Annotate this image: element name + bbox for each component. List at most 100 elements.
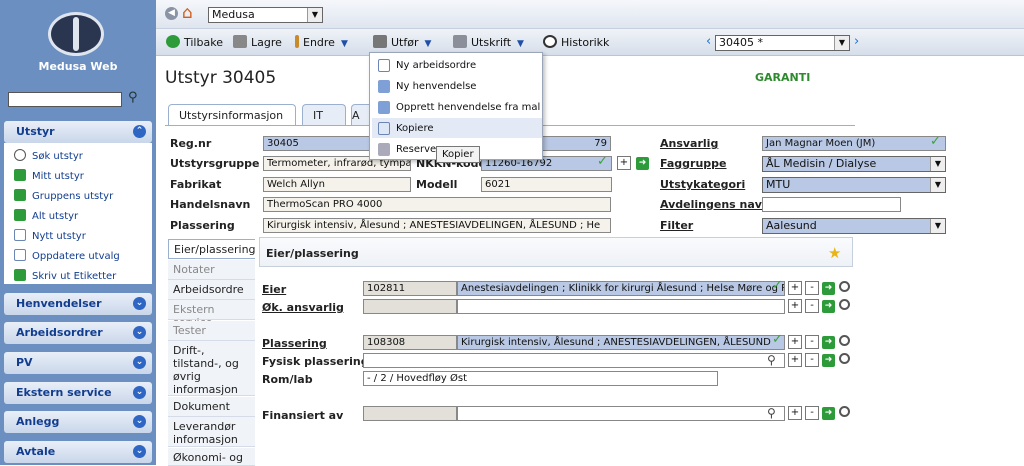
record-select[interactable]: 30405 * ▼: [715, 35, 850, 51]
vtab-okonomi[interactable]: Økonomi- og: [168, 448, 255, 466]
sidebar-item-sok-utstyr[interactable]: Søk utstyr: [14, 149, 83, 165]
expand-icon[interactable]: ⌄: [133, 445, 146, 458]
sidebar-item-gruppens-utstyr[interactable]: Gruppens utstyr: [14, 189, 113, 205]
vtab-tester[interactable]: Tester: [168, 321, 255, 341]
module-select[interactable]: Medusa ▼: [208, 7, 323, 23]
vtab-ekstern-service[interactable]: Ekstern service: [168, 300, 255, 329]
vtab-notater[interactable]: Notater: [168, 260, 255, 280]
search-icon[interactable]: ⚲: [128, 90, 146, 108]
fysisk-plassering-field[interactable]: [363, 353, 785, 368]
utstykategori-select[interactable]: MTU ▼: [762, 177, 946, 193]
chevron-down-icon[interactable]: ▼: [930, 219, 945, 233]
add-button[interactable]: +: [788, 406, 802, 420]
finansiert-text-field[interactable]: [457, 406, 785, 421]
avdelingens-navn-field[interactable]: [762, 197, 901, 212]
chevron-down-icon[interactable]: ▼: [930, 157, 945, 171]
sidebar-search-input[interactable]: [8, 92, 122, 107]
collapse-icon[interactable]: ⌃: [133, 125, 146, 138]
star-icon[interactable]: ★: [828, 244, 841, 262]
vtab-arbeidsordre[interactable]: Arbeidsordre: [168, 280, 255, 300]
sidebar-item-alt-utstyr[interactable]: Alt utstyr: [14, 209, 78, 225]
history-button[interactable]: Historikk: [543, 35, 609, 49]
menu-item-opprett-fra-mal[interactable]: Opprett henvendelse fra mal: [372, 97, 542, 117]
sidebar-item-mitt-utstyr[interactable]: Mitt utstyr: [14, 169, 84, 185]
expand-icon[interactable]: ⌄: [133, 326, 146, 339]
next-record-icon[interactable]: ›: [854, 34, 859, 49]
add-button[interactable]: +: [617, 156, 631, 170]
sidebar-item-skriv-ut-etiketter[interactable]: Skriv ut Etiketter: [14, 269, 116, 285]
remove-button[interactable]: -: [805, 406, 819, 420]
menu-item-ny-henvendelse[interactable]: Ny henvendelse: [372, 76, 542, 96]
utstykategori-label[interactable]: Utstykategori: [660, 178, 745, 191]
sidebar-section-pv[interactable]: PV ⌄: [4, 352, 152, 374]
save-button[interactable]: Lagre: [233, 35, 282, 49]
zoom-icon[interactable]: [839, 353, 850, 364]
fabrikat-field[interactable]: Welch Allyn: [263, 177, 411, 192]
menu-item-ny-arbeidsordre[interactable]: Ny arbeidsordre: [372, 55, 542, 75]
sidebar-section-avtale[interactable]: Avtale ⌄: [4, 441, 152, 463]
zoom-icon[interactable]: [839, 281, 850, 292]
zoom-icon[interactable]: [839, 299, 850, 310]
chevron-down-icon[interactable]: ▼: [307, 8, 322, 22]
plassering-link-label[interactable]: Plassering: [262, 337, 327, 350]
vtab-dokument[interactable]: Dokument: [168, 397, 255, 417]
vtab-eier-plassering[interactable]: Eier/plassering: [168, 239, 256, 259]
zoom-icon[interactable]: [839, 406, 850, 417]
add-button[interactable]: +: [788, 335, 802, 349]
go-arrow-icon[interactable]: ➜: [822, 354, 835, 367]
chevron-down-icon[interactable]: ▼: [930, 178, 945, 192]
edit-menu-button[interactable]: Endre ▼: [295, 35, 348, 49]
remove-button[interactable]: -: [805, 353, 819, 367]
ok-ansvarlig-code-field[interactable]: [363, 299, 457, 314]
faggruppe-select[interactable]: ÅL Medisin / Dialyse ▼: [762, 156, 946, 172]
ok-ansvarlig-label[interactable]: Øk. ansvarlig: [262, 301, 344, 314]
expand-icon[interactable]: ⌄: [133, 386, 146, 399]
expand-icon[interactable]: ⌄: [133, 297, 146, 310]
sidebar-section-henvendelser[interactable]: Henvendelser ⌄: [4, 293, 152, 315]
filter-label[interactable]: Filter: [660, 219, 693, 232]
sidebar-item-nytt-utstyr[interactable]: Nytt utstyr: [14, 229, 86, 245]
filter-select[interactable]: Aalesund ▼: [762, 218, 946, 234]
ok-ansvarlig-text-field[interactable]: [457, 299, 785, 314]
remove-button[interactable]: -: [805, 299, 819, 313]
ansvarlig-label[interactable]: Ansvarlig: [660, 137, 718, 150]
sidebar-item-oppdatere-utvalg[interactable]: Oppdatere utvalg: [14, 249, 120, 265]
expand-icon[interactable]: ⌄: [133, 356, 146, 369]
chevron-down-icon[interactable]: ▼: [834, 36, 849, 50]
remove-button[interactable]: -: [805, 335, 819, 349]
back-button[interactable]: Tilbake: [166, 35, 223, 49]
go-arrow-icon[interactable]: ➜: [822, 407, 835, 420]
finansiert-code-field[interactable]: [363, 406, 457, 421]
add-button[interactable]: +: [788, 281, 802, 295]
perform-menu-button[interactable]: Utfør ▼: [373, 35, 431, 49]
back-circle-icon[interactable]: ◀: [165, 7, 178, 20]
zoom-icon[interactable]: [839, 335, 850, 346]
go-arrow-icon[interactable]: ➜: [822, 300, 835, 313]
avdelingens-navn-label[interactable]: Avdelingens navn: [660, 198, 770, 211]
plassering-code-field[interactable]: 108308: [363, 335, 457, 350]
expand-icon[interactable]: ⌄: [133, 415, 146, 428]
vtab-drift-tilstand[interactable]: Drift-, tilstand-, og øvrig informasjon: [168, 341, 255, 396]
go-arrow-icon[interactable]: ➜: [636, 157, 649, 170]
go-arrow-icon[interactable]: ➜: [822, 336, 835, 349]
remove-button[interactable]: -: [805, 281, 819, 295]
prev-record-icon[interactable]: ‹: [706, 34, 711, 49]
modell-field[interactable]: 6021: [481, 177, 612, 192]
tab-utstyrsinformasjon[interactable]: Utstyrsinformasjon: [168, 104, 296, 126]
sidebar-section-arbeidsordrer[interactable]: Arbeidsordrer ⌄: [4, 322, 152, 344]
print-menu-button[interactable]: Utskrift ▼: [453, 35, 524, 49]
go-arrow-icon[interactable]: ➜: [822, 282, 835, 295]
eier-label[interactable]: Eier: [262, 283, 286, 296]
eier-text-field[interactable]: Anestesiavdelingen ; Klinikk for kirurgi…: [457, 281, 785, 296]
sidebar-section-anlegg[interactable]: Anlegg ⌄: [4, 411, 152, 433]
add-button[interactable]: +: [788, 353, 802, 367]
handelsnavn-field[interactable]: ThermoScan PRO 4000: [263, 197, 611, 212]
tab-it[interactable]: IT: [302, 104, 346, 126]
sidebar-section-utstyr[interactable]: Utstyr ⌃: [4, 121, 152, 143]
plassering-text-field[interactable]: Kirurgisk intensiv, Ålesund ; ANESTESIAV…: [457, 335, 785, 350]
vtab-leverandor[interactable]: Leverandør informasjon: [168, 417, 255, 447]
add-button[interactable]: +: [788, 299, 802, 313]
menu-item-kopiere[interactable]: Kopiere: [372, 118, 542, 138]
rom-lab-field[interactable]: - / 2 / Hovedfløy Øst: [363, 371, 718, 386]
sidebar-section-ekstern-service[interactable]: Ekstern service ⌄: [4, 382, 152, 404]
